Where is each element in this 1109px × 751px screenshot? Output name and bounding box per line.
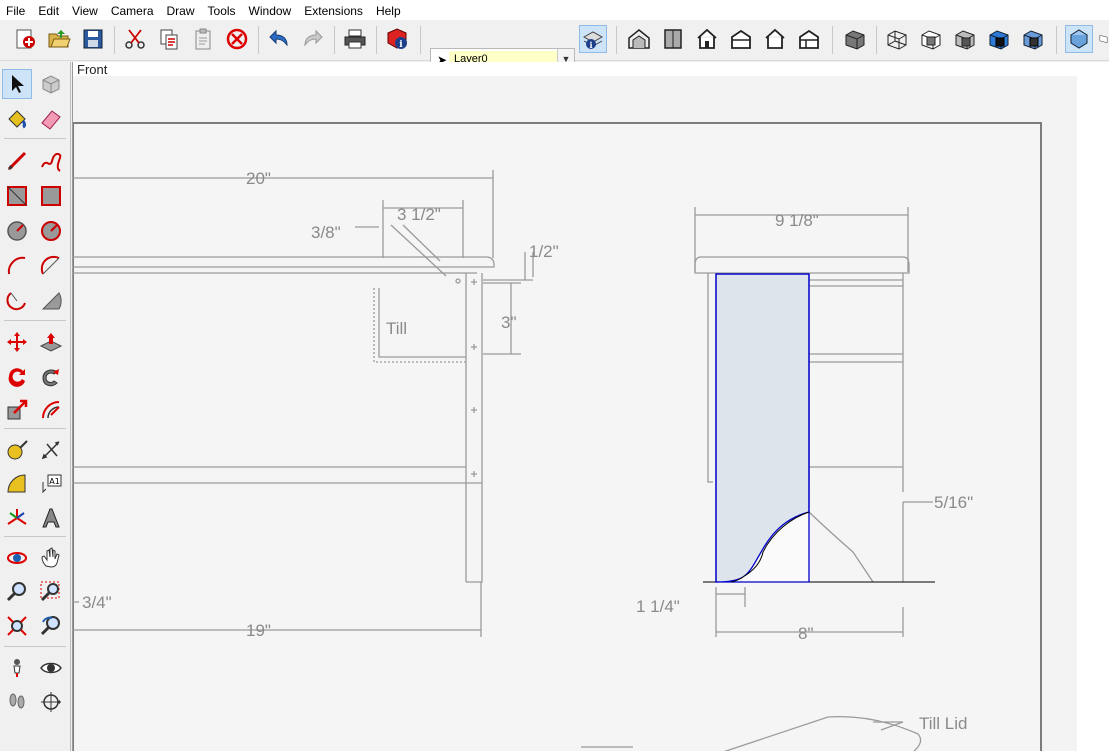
- text-tool-icon[interactable]: A1: [37, 470, 65, 498]
- rotated-rectangle-icon[interactable]: [37, 182, 65, 210]
- dim-8: 8": [798, 624, 814, 643]
- drawing-viewport[interactable]: 20" 3 1/2" 3/8" 1/2" 3" Till 3/4" 19" 9 …: [72, 62, 1109, 751]
- redo-icon[interactable]: [300, 26, 326, 52]
- save-icon[interactable]: [80, 26, 106, 52]
- model-info-icon[interactable]: i: [384, 26, 410, 52]
- section-plane-icon[interactable]: [37, 688, 65, 716]
- menu-tools[interactable]: Tools: [202, 0, 243, 19]
- back-view-icon[interactable]: [762, 26, 788, 52]
- circle-tool-icon[interactable]: [3, 217, 31, 245]
- cut-icon[interactable]: [122, 26, 148, 52]
- new-icon[interactable]: [12, 26, 38, 52]
- menu-extensions[interactable]: Extensions: [298, 0, 370, 19]
- svg-text:i: i: [589, 40, 592, 50]
- rotate-tool-icon[interactable]: [3, 362, 31, 390]
- menu-bar: File Edit View Camera Draw Tools Window Extensi…: [0, 0, 1109, 20]
- menu-window[interactable]: Window: [243, 0, 299, 19]
- large-tool-set: A1: [0, 62, 71, 751]
- pie-tool-icon[interactable]: [37, 287, 65, 315]
- main-toolbar: i ➤ Layer0 ▼ i: [0, 20, 1109, 70]
- position-camera-icon[interactable]: [3, 654, 31, 682]
- hidden-line-icon[interactable]: [918, 26, 944, 52]
- scene-label: Front: [77, 62, 108, 77]
- axes-tool-icon[interactable]: [3, 504, 31, 532]
- right-view-icon[interactable]: [728, 26, 754, 52]
- paint-bucket-icon[interactable]: [3, 105, 31, 133]
- print-icon[interactable]: [342, 26, 368, 52]
- dim-3: 3": [501, 313, 517, 332]
- copy-icon[interactable]: [156, 26, 182, 52]
- menu-file[interactable]: File: [0, 0, 32, 19]
- polygon-tool-icon[interactable]: [37, 217, 65, 245]
- dim-9-1-8: 9 1/8": [775, 211, 819, 230]
- label-till-lid: Till Lid: [919, 714, 968, 733]
- 3d-text-icon[interactable]: [37, 504, 65, 532]
- menu-edit[interactable]: Edit: [32, 0, 66, 19]
- label-till: Till: [386, 319, 407, 338]
- freehand-tool-icon[interactable]: [37, 147, 65, 175]
- parallel-projection-icon[interactable]: [1065, 25, 1093, 53]
- open-icon[interactable]: [46, 26, 72, 52]
- svg-text:A1: A1: [49, 477, 60, 486]
- svg-text:i: i: [399, 40, 403, 50]
- dim-3-8: 3/8": [311, 223, 341, 242]
- wireframe-icon[interactable]: [884, 26, 910, 52]
- zoom-tool-icon[interactable]: [3, 578, 31, 606]
- menu-help[interactable]: Help: [370, 0, 408, 19]
- scale-tool-icon[interactable]: [3, 396, 31, 424]
- dimension-tool-icon[interactable]: [37, 436, 65, 464]
- arc-tool-icon[interactable]: [3, 252, 31, 280]
- xray-icon[interactable]: [842, 26, 868, 52]
- iso-view-icon[interactable]: [626, 26, 652, 52]
- tape-measure-icon[interactable]: [3, 436, 31, 464]
- follow-me-icon[interactable]: [37, 362, 65, 390]
- orbit-tool-icon[interactable]: [3, 544, 31, 572]
- pan-tool-icon[interactable]: [37, 544, 65, 572]
- line-tool-icon[interactable]: [3, 147, 31, 175]
- select-tool-icon[interactable]: [2, 69, 32, 99]
- two-point-arc-icon[interactable]: [37, 252, 65, 280]
- erase-icon[interactable]: [224, 26, 250, 52]
- dim-3-1-2: 3 1/2": [397, 205, 441, 224]
- monochrome-icon[interactable]: [1020, 26, 1046, 52]
- entity-info-icon[interactable]: i: [579, 25, 607, 53]
- zoom-window-icon[interactable]: [37, 578, 65, 606]
- dim-20: 20": [246, 169, 271, 188]
- rectangle-tool-icon[interactable]: [3, 182, 31, 210]
- three-point-arc-icon[interactable]: [3, 287, 31, 315]
- dim-1-2: 1/2": [529, 242, 559, 261]
- zoom-extents-icon[interactable]: [3, 612, 31, 640]
- look-around-icon[interactable]: [37, 654, 65, 682]
- undo-icon[interactable]: [266, 26, 292, 52]
- paste-icon[interactable]: [190, 26, 216, 52]
- eraser-icon[interactable]: [37, 105, 65, 133]
- menu-camera[interactable]: Camera: [105, 0, 161, 19]
- offset-tool-icon[interactable]: [37, 396, 65, 424]
- front-view-icon[interactable]: [694, 26, 720, 52]
- dim-1-1-4: 1 1/4": [636, 597, 680, 616]
- push-pull-icon[interactable]: [37, 328, 65, 356]
- menu-view[interactable]: View: [66, 0, 105, 19]
- model-scene[interactable]: 20" 3 1/2" 3/8" 1/2" 3" Till 3/4" 19" 9 …: [73, 62, 1109, 751]
- move-tool-icon[interactable]: [3, 328, 31, 356]
- dim-3-4: 3/4": [82, 593, 112, 612]
- walk-tool-icon[interactable]: [3, 688, 31, 716]
- previous-view-icon[interactable]: [37, 612, 65, 640]
- left-view-icon[interactable]: [796, 26, 822, 52]
- protractor-icon[interactable]: [3, 470, 31, 498]
- dim-5-16: 5/16": [934, 493, 973, 512]
- make-component-icon[interactable]: [37, 70, 65, 98]
- shaded-textures-icon[interactable]: [986, 26, 1012, 52]
- perspective-icon[interactable]: [1098, 26, 1109, 52]
- menu-draw[interactable]: Draw: [161, 0, 202, 19]
- top-view-icon[interactable]: [660, 26, 686, 52]
- dim-19: 19": [246, 621, 271, 640]
- shaded-icon[interactable]: [952, 26, 978, 52]
